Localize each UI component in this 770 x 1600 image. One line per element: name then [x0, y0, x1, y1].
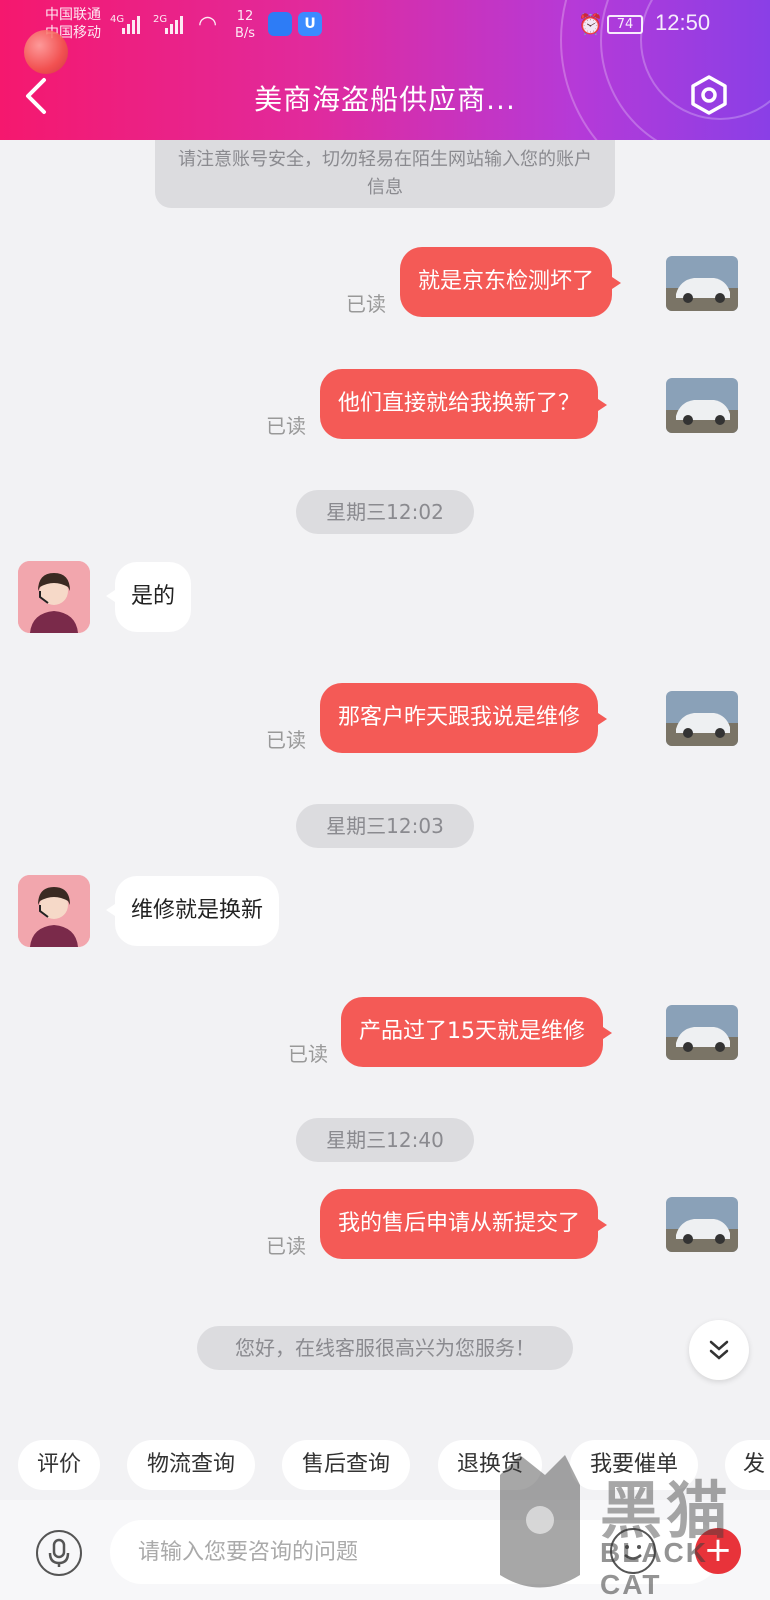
voice-button[interactable]: [36, 1530, 82, 1576]
quick-action-rate[interactable]: 评价: [18, 1440, 100, 1490]
emoji-button[interactable]: [610, 1528, 656, 1574]
agent-avatar[interactable]: [18, 561, 90, 633]
quick-action-more[interactable]: 发: [725, 1440, 770, 1490]
double-chevron-down-icon: [709, 1340, 729, 1360]
user-avatar[interactable]: [666, 378, 738, 433]
notification-app-icon: [268, 12, 292, 36]
signal-icon: [122, 16, 140, 34]
speed-value: 12: [236, 9, 254, 24]
settings-button[interactable]: [688, 74, 730, 116]
quick-action-urge[interactable]: 我要催单: [570, 1440, 698, 1490]
status-bar: 中国联通 中国移动 4G 2G ◠ 12 B/s U ⏰ 74 12:50: [0, 0, 770, 50]
incoming-message[interactable]: 维修就是换新: [105, 876, 280, 946]
app-header: 中国联通 中国移动 4G 2G ◠ 12 B/s U ⏰ 74 12:50 美商…: [0, 0, 770, 140]
security-notice: 请注意账号安全，切勿轻易在陌生网站输入您的账户信息: [155, 140, 615, 208]
chat-title: 美商海盗船供应商...: [254, 83, 516, 116]
user-avatar[interactable]: [666, 691, 738, 746]
back-arrow-icon: [26, 78, 46, 114]
scroll-to-bottom-button[interactable]: [689, 1320, 749, 1380]
timestamp-divider: 星期三12:03: [296, 804, 474, 848]
wifi-icon: ◠: [198, 12, 218, 37]
network-speed: 12 B/s: [235, 8, 255, 42]
quick-actions-bar: 评价 物流查询 售后查询 退换货 我要催单 发: [0, 1410, 770, 1500]
outgoing-message[interactable]: 他们直接就给我换新了？: [320, 369, 608, 439]
alarm-icon: ⏰: [578, 12, 603, 36]
notification-app-icon: U: [298, 12, 322, 36]
status-time: 12:50: [655, 10, 711, 35]
timestamp-divider: 星期三12:02: [296, 490, 474, 534]
battery-level: 74: [616, 17, 634, 32]
microphone-icon: [48, 1538, 70, 1567]
read-status: 已读: [266, 414, 306, 438]
incoming-message[interactable]: 是的: [105, 562, 192, 632]
read-status: 已读: [266, 1234, 306, 1258]
input-bar: +: [0, 1500, 770, 1600]
user-avatar[interactable]: [666, 256, 738, 311]
carrier-1: 中国联通: [45, 7, 101, 23]
outgoing-message[interactable]: 那客户昨天跟我说是维修: [320, 683, 608, 753]
signal-icon: [165, 16, 183, 34]
read-status: 已读: [266, 728, 306, 752]
outgoing-message[interactable]: 产品过了15天就是维修: [341, 997, 612, 1067]
outgoing-message[interactable]: 我的售后申请从新提交了: [320, 1189, 608, 1259]
user-avatar[interactable]: [666, 1005, 738, 1060]
welcome-message: 您好，在线客服很高兴为您服务！: [197, 1326, 573, 1370]
speed-unit: B/s: [235, 26, 256, 41]
read-status: 已读: [288, 1042, 328, 1066]
plus-icon: +: [703, 1530, 733, 1570]
back-button[interactable]: [22, 76, 58, 116]
battery-icon: 74: [607, 15, 643, 34]
chat-area[interactable]: 请注意账号安全，切勿轻易在陌生网站输入您的账户信息 已读 就是京东检测坏了 已读…: [0, 140, 770, 1410]
quick-action-aftersales[interactable]: 售后查询: [282, 1440, 410, 1490]
user-avatar[interactable]: [666, 1197, 738, 1252]
quick-action-return[interactable]: 退换货: [438, 1440, 542, 1490]
emoji-icon: [624, 1545, 642, 1560]
settings-hexagon-icon: [691, 75, 727, 115]
timestamp-divider: 星期三12:40: [296, 1118, 474, 1162]
floating-ball-icon[interactable]: [24, 30, 68, 74]
agent-avatar[interactable]: [18, 875, 90, 947]
outgoing-message[interactable]: 就是京东检测坏了: [400, 247, 622, 317]
quick-action-logistics[interactable]: 物流查询: [127, 1440, 255, 1490]
more-options-button[interactable]: +: [695, 1528, 741, 1574]
read-status: 已读: [346, 292, 386, 316]
